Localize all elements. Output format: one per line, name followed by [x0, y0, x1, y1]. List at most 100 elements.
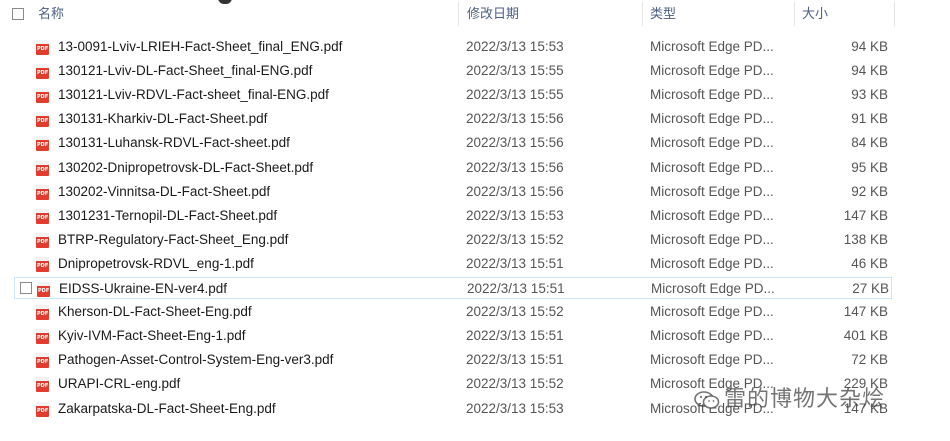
- file-size: 46 KB: [851, 255, 888, 271]
- file-row[interactable]: PDF EIDSS-Ukraine-EN-ver4.pdf 2022/3/13 15…: [14, 277, 892, 299]
- file-modified-date: 2022/3/13 15:56: [466, 183, 564, 199]
- watermark: 雷的博物大杂烩: [694, 380, 885, 420]
- file-type: Microsoft Edge PD...: [650, 159, 774, 175]
- file-modified-date: 2022/3/13 15:53: [466, 207, 564, 223]
- file-modified-date: 2022/3/13 15:53: [466, 400, 564, 416]
- file-row[interactable]: PDF Dnipropetrovsk-RDVL_eng-1.pdf 2022/3/1…: [14, 253, 892, 275]
- wechat-icon: [694, 391, 720, 409]
- file-type: Microsoft Edge PD...: [650, 328, 774, 344]
- file-name: Pathogen-Asset-Control-System-Eng-ver3.p…: [58, 352, 334, 368]
- file-type: Microsoft Edge PD...: [650, 304, 774, 320]
- file-row[interactable]: PDF 130131-Luhansk-RDVL-Fact-sheet.pdf 202…: [14, 132, 892, 154]
- file-modified-date: 2022/3/13 15:52: [466, 376, 564, 392]
- file-size: 72 KB: [851, 352, 888, 368]
- file-modified-date: 2022/3/13 15:51: [466, 328, 564, 344]
- file-name: 130121-Lviv-DL-Fact-Sheet_final-ENG.pdf: [58, 63, 313, 79]
- file-row[interactable]: PDF 130121-Lviv-DL-Fact-Sheet_final-ENG.p…: [14, 60, 892, 82]
- file-row[interactable]: PDF BTRP-Regulatory-Fact-Sheet_Eng.pdf 202…: [14, 229, 892, 251]
- pdf-file-icon: PDF: [36, 136, 49, 152]
- watermark-text: 雷的博物大杂烩: [724, 387, 886, 412]
- file-name: 130202-Vinnitsa-DL-Fact-Sheet.pdf: [58, 183, 271, 199]
- file-type: Microsoft Edge PD...: [650, 231, 774, 247]
- file-modified-date: 2022/3/13 15:52: [466, 304, 564, 320]
- file-row[interactable]: PDF 130121-Lviv-RDVL-Fact-sheet_final-ENG…: [14, 84, 892, 106]
- pdf-file-icon: PDF: [36, 256, 49, 272]
- file-type: Microsoft Edge PD...: [650, 255, 774, 271]
- file-modified-date: 2022/3/13 15:51: [466, 255, 564, 271]
- column-header-type[interactable]: 类型: [650, 0, 676, 28]
- file-modified-date: 2022/3/13 15:51: [466, 352, 564, 368]
- file-row[interactable]: PDF 130202-Vinnitsa-DL-Fact-Sheet.pdf 2022…: [14, 181, 892, 203]
- column-divider[interactable]: [458, 2, 459, 26]
- file-size: 147 KB: [843, 304, 888, 320]
- file-size: 147 KB: [843, 207, 888, 223]
- file-type: Microsoft Edge PD...: [650, 87, 774, 103]
- file-name: BTRP-Regulatory-Fact-Sheet_Eng.pdf: [58, 231, 289, 247]
- file-modified-date: 2022/3/13 15:52: [466, 231, 564, 247]
- file-size: 93 KB: [851, 87, 888, 103]
- file-size: 94 KB: [851, 63, 888, 79]
- row-checkbox[interactable]: [20, 282, 32, 294]
- file-modified-date: 2022/3/13 15:55: [466, 63, 564, 79]
- file-modified-date: 2022/3/13 15:56: [466, 135, 564, 151]
- pdf-file-icon: PDF: [36, 208, 49, 224]
- file-row[interactable]: PDF 130131-Kharkiv-DL-Fact-Sheet.pdf 2022/…: [14, 108, 892, 130]
- file-name: 1301231-Ternopil-DL-Fact-Sheet.pdf: [58, 207, 278, 223]
- file-size: 92 KB: [851, 183, 888, 199]
- file-modified-date: 2022/3/13 15:56: [466, 111, 564, 127]
- file-name: 130121-Lviv-RDVL-Fact-sheet_final-ENG.pd…: [58, 87, 329, 103]
- column-divider[interactable]: [642, 2, 643, 26]
- file-name: 13-0091-Lviv-LRIEH-Fact-Sheet_final_ENG.…: [58, 39, 343, 54]
- file-modified-date: 2022/3/13 15:55: [466, 87, 564, 103]
- file-row[interactable]: PDF Kyiv-IVM-Fact-Sheet-Eng-1.pdf 2022/3/1…: [14, 325, 892, 347]
- pdf-file-icon: PDF: [36, 112, 49, 128]
- file-type: Microsoft Edge PD...: [650, 183, 774, 199]
- file-type: Microsoft Edge PD...: [650, 39, 774, 54]
- pdf-file-icon: PDF: [36, 353, 49, 369]
- file-size: 94 KB: [851, 39, 888, 54]
- column-divider[interactable]: [794, 2, 795, 26]
- column-divider[interactable]: [894, 2, 895, 26]
- file-name: EIDSS-Ukraine-EN-ver4.pdf: [59, 281, 228, 296]
- file-modified-date: 2022/3/13 15:51: [467, 281, 565, 296]
- file-size: 91 KB: [851, 111, 888, 127]
- file-name: 130131-Kharkiv-DL-Fact-Sheet.pdf: [58, 111, 268, 127]
- file-size: 138 KB: [843, 231, 888, 247]
- file-name: Dnipropetrovsk-RDVL_eng-1.pdf: [58, 255, 254, 271]
- file-size: 401 KB: [843, 328, 888, 344]
- select-all-checkbox[interactable]: [12, 8, 24, 20]
- file-size: 95 KB: [851, 159, 888, 175]
- file-size: 84 KB: [851, 135, 888, 151]
- pdf-file-icon: PDF: [37, 282, 50, 297]
- file-row[interactable]: PDF 130202-Dnipropetrovsk-DL-Fact-Sheet.p…: [14, 157, 892, 179]
- file-row[interactable]: PDF 13-0091-Lviv-LRIEH-Fact-Sheet_final_E…: [14, 36, 892, 58]
- pdf-file-icon: PDF: [36, 88, 49, 104]
- file-name: Zakarpatska-DL-Fact-Sheet-Eng.pdf: [58, 400, 276, 416]
- file-modified-date: 2022/3/13 15:56: [466, 159, 564, 175]
- file-type: Microsoft Edge PD...: [650, 135, 774, 151]
- file-name: URAPI-CRL-eng.pdf: [58, 376, 181, 392]
- pdf-file-icon: PDF: [36, 160, 49, 176]
- file-row[interactable]: PDF Pathogen-Asset-Control-System-Eng-ver…: [14, 349, 892, 371]
- pdf-file-icon: PDF: [36, 305, 49, 321]
- pdf-file-icon: PDF: [36, 40, 49, 55]
- file-row[interactable]: PDF Kherson-DL-Fact-Sheet-Eng.pdf 2022/3/1…: [14, 301, 892, 323]
- file-row[interactable]: PDF 1301231-Ternopil-DL-Fact-Sheet.pdf 202…: [14, 205, 892, 227]
- column-header-date[interactable]: 修改日期: [467, 0, 519, 28]
- file-type: Microsoft Edge PD...: [650, 63, 774, 79]
- pdf-file-icon: PDF: [36, 329, 49, 345]
- pdf-file-icon: PDF: [36, 232, 49, 248]
- file-type: Microsoft Edge PD...: [650, 111, 774, 127]
- pdf-file-icon: PDF: [36, 64, 49, 80]
- file-type: Microsoft Edge PD...: [650, 352, 774, 368]
- column-header: 名称 修改日期 类型 大小: [0, 0, 900, 28]
- file-type: Microsoft Edge PD...: [650, 207, 774, 223]
- column-header-name[interactable]: 名称: [38, 0, 64, 28]
- file-size: 27 KB: [852, 281, 889, 296]
- file-name: Kyiv-IVM-Fact-Sheet-Eng-1.pdf: [58, 328, 246, 344]
- pdf-file-icon: PDF: [36, 377, 49, 393]
- column-header-size[interactable]: 大小: [802, 0, 828, 28]
- file-name: Kherson-DL-Fact-Sheet-Eng.pdf: [58, 304, 252, 320]
- file-name: 130131-Luhansk-RDVL-Fact-sheet.pdf: [58, 135, 290, 151]
- file-name: 130202-Dnipropetrovsk-DL-Fact-Sheet.pdf: [58, 159, 314, 175]
